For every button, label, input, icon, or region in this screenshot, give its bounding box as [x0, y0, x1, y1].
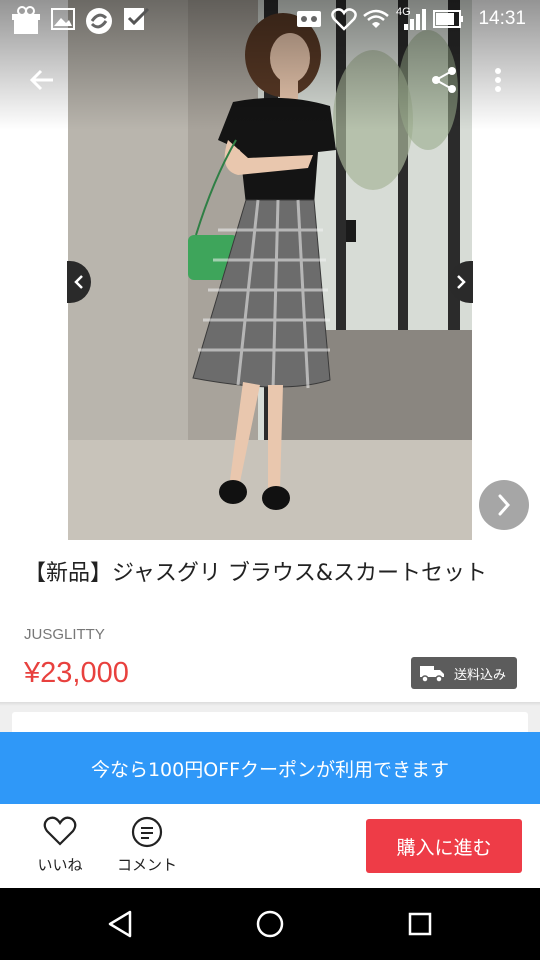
back-triangle-icon — [108, 910, 132, 938]
chevron-left-icon — [74, 275, 83, 289]
battery-icon — [433, 10, 463, 28]
more-vert-icon — [495, 68, 501, 92]
comment-icon — [131, 816, 163, 848]
coupon-banner[interactable]: 今なら100円OFFクーポンが利用できます — [0, 732, 540, 804]
like-button[interactable]: いいね — [24, 804, 96, 888]
wifi-icon — [363, 9, 389, 28]
nav-back-button[interactable] — [98, 904, 142, 944]
status-time: 14:31 — [478, 8, 526, 29]
recents-square-icon — [408, 912, 432, 936]
bottom-action-bar: いいね コメント 購入に進む — [0, 804, 540, 888]
vr-icon — [297, 11, 321, 27]
comment-button[interactable]: コメント — [106, 804, 188, 888]
system-nav-bar — [0, 888, 540, 960]
product-brand[interactable]: JUSGLITTY — [24, 626, 105, 643]
product-detail-screen: 4G 14:31 【新品】ジャスグリ ブラウス&スカートセット JUSGLITT… — [0, 0, 540, 960]
section-divider — [0, 702, 540, 706]
sync-icon — [86, 8, 112, 34]
like-label: いいね — [37, 856, 83, 874]
comment-label: コメント — [116, 856, 177, 874]
truck-icon — [420, 666, 444, 683]
home-circle-icon — [256, 910, 284, 938]
nav-recents-button[interactable] — [398, 904, 442, 944]
share-button[interactable] — [422, 58, 466, 102]
product-title: 【新品】ジャスグリ ブラウス&スカートセット — [24, 561, 488, 586]
gift-box-icon — [12, 6, 40, 34]
more-options-button[interactable] — [476, 58, 520, 102]
status-bar: 4G 14:31 — [0, 0, 540, 38]
image-icon — [51, 8, 75, 30]
share-icon — [432, 67, 456, 93]
shipping-label: 送料込み — [454, 667, 507, 683]
product-price: ¥23,000 — [24, 657, 129, 689]
signal-icon — [404, 9, 426, 30]
next-arrow-icon — [498, 494, 511, 516]
product-info: 【新品】ジャスグリ ブラウス&スカートセット JUSGLITTY ¥23,000… — [0, 540, 540, 702]
arrow-back-icon — [29, 69, 53, 91]
chevron-right-icon — [457, 275, 466, 289]
next-image-button[interactable] — [479, 480, 529, 530]
checklist-icon — [124, 7, 150, 30]
heart-notification-icon — [331, 8, 357, 31]
heart-icon — [43, 816, 77, 846]
shipping-included-badge: 送料込み — [411, 657, 517, 689]
back-button[interactable] — [20, 58, 64, 102]
purchase-button[interactable]: 購入に進む — [366, 819, 522, 873]
nav-home-button[interactable] — [248, 904, 292, 944]
